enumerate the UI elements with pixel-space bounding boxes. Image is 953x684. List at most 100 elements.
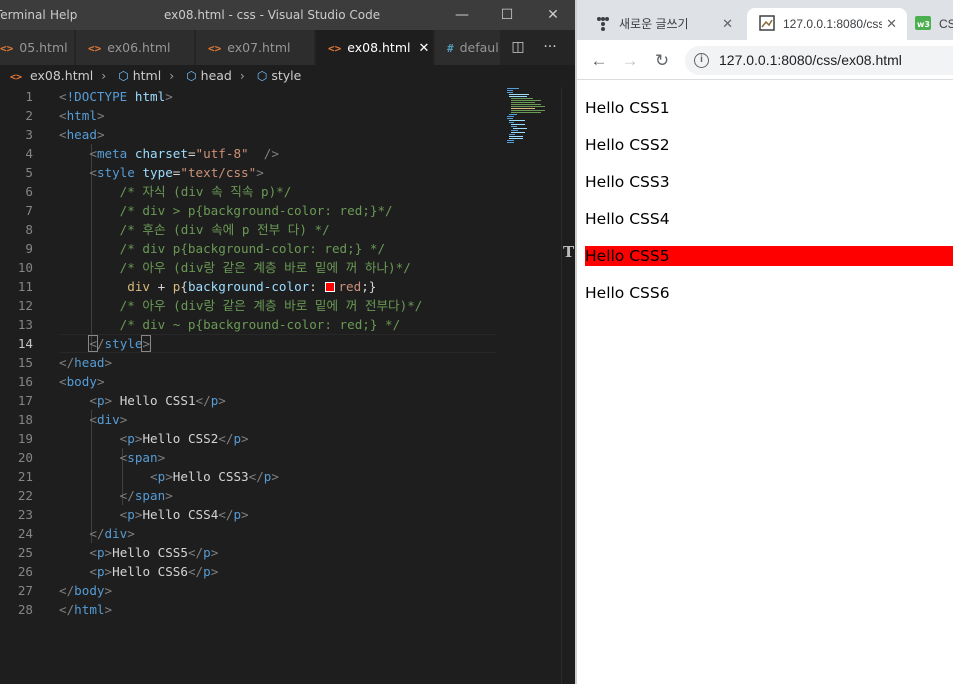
editor-tabbar: <> 05.html <> ex06.html <> ex07.html <> ex08… xyxy=(0,30,577,65)
tab-default[interactable]: # defaul xyxy=(435,30,501,65)
code-token: Hello CSS6 xyxy=(112,564,188,579)
color-swatch-icon[interactable] xyxy=(325,282,336,292)
code-token: div xyxy=(104,526,128,541)
breadcrumb-file[interactable]: ex08.html xyxy=(30,68,93,83)
line-number: 4 xyxy=(25,146,33,161)
line-number: 8 xyxy=(25,222,33,237)
code-line: 19 <p>Hello CSS2</p> xyxy=(0,429,505,448)
paragraph-6: Hello CSS6 xyxy=(585,284,670,302)
code-line: 12 /* 아우 (div랑 같은 계층 바로 밑에 꺼 전부다)*/ xyxy=(0,296,505,315)
code-comment: /* 아우 (div랑 같은 계층 바로 밑에 꺼 전부다)*/ xyxy=(119,298,423,313)
line-number: 19 xyxy=(17,431,33,446)
breadcrumb-head[interactable]: head xyxy=(201,68,232,83)
line-number: 20 xyxy=(17,450,33,465)
line-number: 27 xyxy=(17,583,33,598)
code-token: Hello CSS3 xyxy=(172,469,249,484)
tab-label: ex08.html xyxy=(347,40,411,55)
line-number: 25 xyxy=(17,545,33,560)
line-number: 22 xyxy=(17,488,33,503)
chrome-tab-label: 새로운 글쓰기 xyxy=(619,17,689,31)
maximize-button[interactable]: ☐ xyxy=(484,4,530,26)
breadcrumb-html[interactable]: html xyxy=(133,68,161,83)
code-token: body xyxy=(66,374,97,389)
tab-ex06-html[interactable]: <> ex06.html xyxy=(76,30,195,65)
line-number: 24 xyxy=(17,526,33,541)
tab-05-html[interactable]: <> 05.html xyxy=(0,30,75,65)
code-line: 5 <style type="text/css"> xyxy=(0,163,505,182)
split-editor-icon[interactable]: ◫ xyxy=(502,30,534,65)
menu-help[interactable]: Help xyxy=(50,8,77,22)
page-viewport: Hello CSS1 Hello CSS2 Hello CSS3 Hello C… xyxy=(577,81,953,684)
chrome-tab-label: CS xyxy=(939,17,953,31)
menu-terminal[interactable]: Terminal xyxy=(0,8,46,22)
code-token: div xyxy=(127,279,150,294)
back-arrow-icon[interactable]: ← xyxy=(587,49,611,73)
element-cube-icon: ⬡ xyxy=(256,69,268,83)
paragraph-1: Hello CSS1 xyxy=(585,99,670,117)
code-token: span xyxy=(134,488,166,503)
tab-ex07-html[interactable]: <> ex07.html xyxy=(196,30,315,65)
code-line: 28 </html> xyxy=(0,600,505,619)
code-token: < xyxy=(59,89,67,104)
tab-label: defaul xyxy=(459,40,499,55)
code-line: 11 div + p{background-color: red;} xyxy=(0,277,505,296)
code-line: 21 <p>Hello CSS3</p> xyxy=(0,467,505,486)
line-number: 5 xyxy=(25,165,33,180)
code-token: p xyxy=(127,431,135,446)
chrome-tab-localhost[interactable]: 127.0.0.1:8080/css/ ✕ xyxy=(747,8,907,40)
editor-scrollbar[interactable] xyxy=(561,87,575,684)
close-tab-icon[interactable]: ✕ xyxy=(722,8,733,40)
address-bar[interactable]: i 127.0.0.1:8080/css/ex08.html xyxy=(685,46,953,75)
paragraph-3: Hello CSS3 xyxy=(585,173,670,191)
line-number: 3 xyxy=(25,127,33,142)
close-tab-icon[interactable]: ✕ xyxy=(882,8,897,40)
chrome-tab-new-post[interactable]: 새로운 글쓰기 ✕ xyxy=(583,8,743,40)
url-text: 127.0.0.1:8080/css/ex08.html xyxy=(719,52,902,68)
code-token: style xyxy=(96,165,135,180)
chrome-tab-css[interactable]: w3 CS xyxy=(911,8,953,40)
tab-ex08-html[interactable]: <> ex08.html ✕ xyxy=(316,30,434,65)
code-token: html xyxy=(134,89,166,104)
code-editor[interactable]: 1 <!DOCTYPE html> 2 <html> 3 <head> 4 <meta… xyxy=(0,87,505,684)
paragraph-4: Hello CSS4 xyxy=(585,210,670,228)
code-token: !DOCTYPE xyxy=(66,89,128,104)
line-number: 1 xyxy=(25,89,33,104)
code-line: 13 /* div ~ p{background-color: red;} */ xyxy=(0,315,505,334)
code-token: div xyxy=(96,412,120,427)
minimap[interactable] xyxy=(505,87,561,147)
code-line: 9 /* div p{background-color: red;} */ xyxy=(0,239,505,258)
breadcrumb: <> ex08.html › ⬡ html › ⬡ head › ⬡ style xyxy=(0,65,577,87)
line-number: 7 xyxy=(25,203,33,218)
code-token: { xyxy=(180,279,188,294)
html-file-icon: <> xyxy=(328,42,342,55)
code-line: 10 /* 아우 (div랑 같은 계층 바로 밑에 꺼 하나)*/ xyxy=(0,258,505,277)
html-file-icon: <> xyxy=(88,42,102,55)
code-line: 7 /* div > p{background-color: red;}*/ xyxy=(0,201,505,220)
reload-icon[interactable]: ↻ xyxy=(650,49,674,73)
breadcrumb-style[interactable]: style xyxy=(271,68,301,83)
code-token: : xyxy=(309,279,325,294)
code-comment: /* div ~ p{background-color: red;} */ xyxy=(119,317,401,332)
close-window-button[interactable]: ✕ xyxy=(530,4,576,26)
code-token: html xyxy=(66,108,97,123)
chrome-window: 새로운 글쓰기 ✕ 127.0.0.1:8080/css/ ✕ w3 CS ← … xyxy=(577,0,953,684)
chevron-right-icon: › xyxy=(101,68,107,83)
code-token: p xyxy=(233,431,242,446)
forward-arrow-icon[interactable]: → xyxy=(618,49,642,73)
line-number: 28 xyxy=(17,602,33,617)
code-token: Hello CSS4 xyxy=(142,507,219,522)
close-tab-icon[interactable]: ✕ xyxy=(418,41,429,56)
w3schools-icon: w3 xyxy=(915,11,931,30)
code-token: body xyxy=(74,583,105,598)
code-line: 4 <meta charset="utf-8" /> xyxy=(0,144,505,163)
minimize-button[interactable]: — xyxy=(439,4,485,26)
more-actions-icon[interactable]: ··· xyxy=(534,30,566,65)
code-token: + xyxy=(150,279,173,294)
text-cursor-icon: T xyxy=(563,243,575,261)
html-file-icon: <> xyxy=(208,42,222,55)
code-token: html xyxy=(74,602,105,617)
code-line: 18 <div> xyxy=(0,410,505,429)
code-token: type xyxy=(142,165,173,180)
site-info-icon[interactable]: i xyxy=(694,53,709,68)
code-token: "text/css" xyxy=(180,165,257,180)
